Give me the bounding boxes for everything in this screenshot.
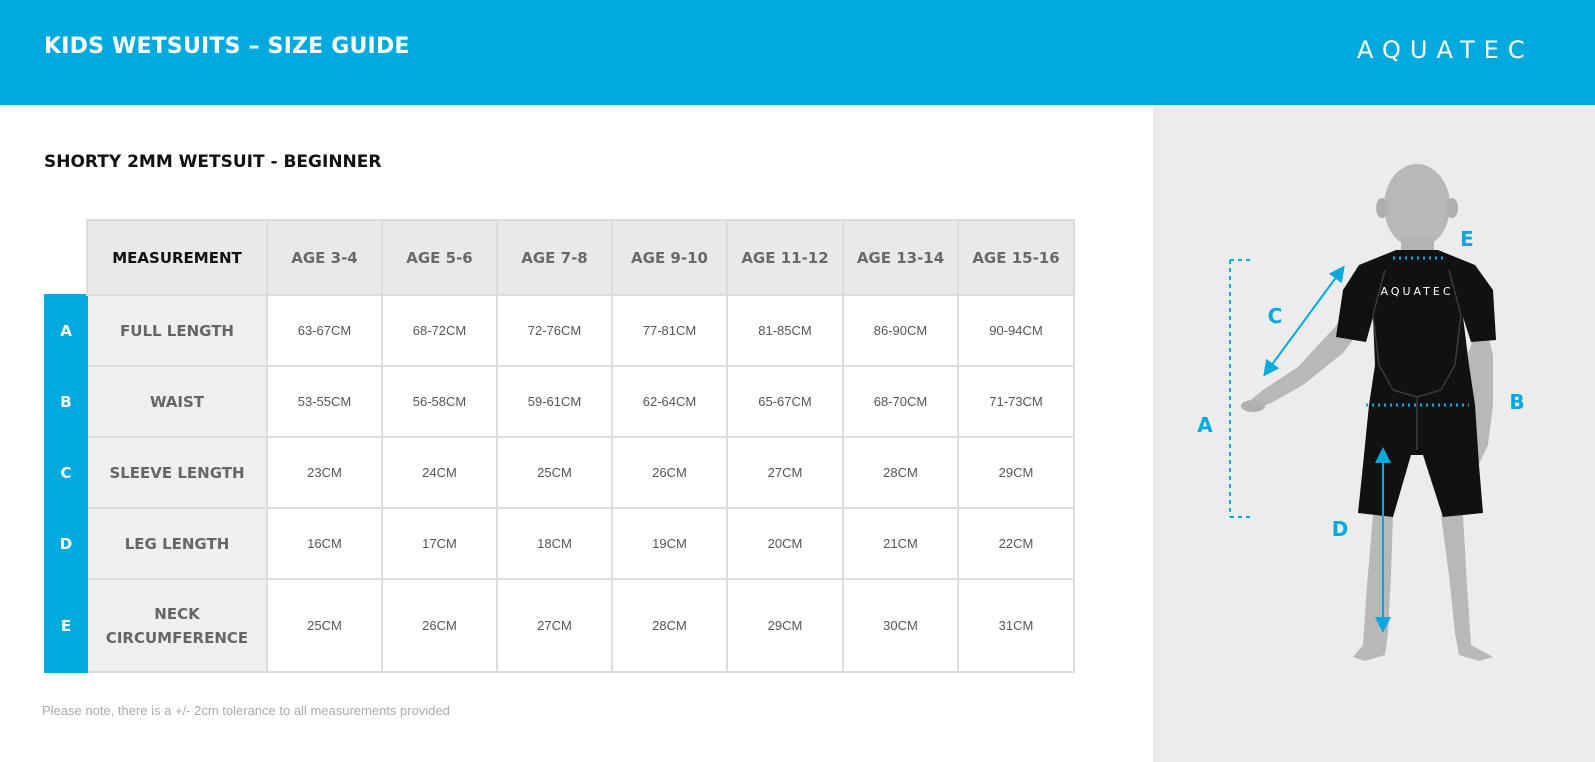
label-a: A xyxy=(1197,413,1213,437)
row-letter: A xyxy=(44,294,88,367)
label-e: E xyxy=(1460,227,1474,251)
column-header: AGE 5-6 xyxy=(381,219,498,296)
table-cell: 28CM xyxy=(842,436,959,509)
left-hand-shape xyxy=(1241,400,1265,412)
row-letter: D xyxy=(44,507,88,580)
table-cell: 25CM xyxy=(496,436,613,509)
table-row: E NECK CIRCUMFERENCE 25CM 26CM 27CM 28CM… xyxy=(44,578,1075,673)
label-c: C xyxy=(1268,304,1283,328)
row-label: LEG LENGTH xyxy=(86,507,268,580)
label-b: B xyxy=(1509,390,1524,414)
row-label-line: NECK xyxy=(154,604,200,623)
table-cell: 20CM xyxy=(726,507,844,580)
table-cell: 63-67CM xyxy=(266,294,383,367)
table-cell: 86-90CM xyxy=(842,294,959,367)
table-cell: 29CM xyxy=(957,436,1075,509)
table-cell: 27CM xyxy=(496,578,613,673)
row-label: NECK CIRCUMFERENCE xyxy=(86,578,268,673)
table-cell: 26CM xyxy=(381,578,498,673)
table-cell: 65-67CM xyxy=(726,365,844,438)
table-cell: 17CM xyxy=(381,507,498,580)
table-cell: 16CM xyxy=(266,507,383,580)
table-cell: 18CM xyxy=(496,507,613,580)
measurement-header: MEASUREMENT xyxy=(86,219,268,296)
table-cell: 30CM xyxy=(842,578,959,673)
row-letter: B xyxy=(44,365,88,438)
table-cell: 19CM xyxy=(611,507,728,580)
child-figure: AQUATEC xyxy=(1241,164,1496,661)
table-corner xyxy=(45,220,87,295)
table-cell: 27CM xyxy=(726,436,844,509)
page-title: KIDS WETSUITS – SIZE GUIDE xyxy=(44,34,410,59)
column-header: AGE 7-8 xyxy=(496,219,613,296)
table-cell: 28CM xyxy=(611,578,728,673)
column-header: AGE 15-16 xyxy=(957,219,1075,296)
table-cell: 81-85CM xyxy=(726,294,844,367)
label-d: D xyxy=(1332,517,1349,541)
row-letter: E xyxy=(44,578,88,673)
table-cell: 29CM xyxy=(726,578,844,673)
table-cell: 25CM xyxy=(266,578,383,673)
table-cell: 72-76CM xyxy=(496,294,613,367)
table-cell: 59-61CM xyxy=(496,365,613,438)
row-label: SLEEVE LENGTH xyxy=(86,436,268,509)
right-leg-shape xyxy=(1441,515,1493,661)
suit-logo: AQUATEC xyxy=(1380,285,1453,298)
body-diagram: AQUATEC A B C D E xyxy=(1197,164,1525,661)
table-cell: 23CM xyxy=(266,436,383,509)
row-label-line: CIRCUMFERENCE xyxy=(105,628,249,647)
table-cell: 71-73CM xyxy=(957,365,1075,438)
table-cell: 90-94CM xyxy=(957,294,1075,367)
table-cell: 22CM xyxy=(957,507,1075,580)
table-cell: 68-72CM xyxy=(381,294,498,367)
table-header-row: MEASUREMENT AGE 3-4 AGE 5-6 AGE 7-8 AGE … xyxy=(45,219,1075,296)
head-shape xyxy=(1384,164,1450,248)
left-leg-shape xyxy=(1353,515,1393,661)
table-cell: 68-70CM xyxy=(842,365,959,438)
table-cell: 77-81CM xyxy=(611,294,728,367)
table-cell: 26CM xyxy=(611,436,728,509)
table-cell: 53-55CM xyxy=(266,365,383,438)
row-label: FULL LENGTH xyxy=(86,294,268,367)
table-cell: 31CM xyxy=(957,578,1075,673)
column-header: AGE 9-10 xyxy=(611,219,728,296)
table-row: C SLEEVE LENGTH 23CM 24CM 25CM 26CM 27CM… xyxy=(44,436,1075,509)
column-header: AGE 13-14 xyxy=(842,219,959,296)
table-row: D LEG LENGTH 16CM 17CM 18CM 19CM 20CM 21… xyxy=(44,507,1075,580)
table-row: B WAIST 53-55CM 56-58CM 59-61CM 62-64CM … xyxy=(44,365,1075,438)
table-row: A FULL LENGTH 63-67CM 68-72CM 72-76CM 77… xyxy=(44,294,1075,367)
column-header: AGE 3-4 xyxy=(266,219,383,296)
table-cell: 56-58CM xyxy=(381,365,498,438)
table-cell: 21CM xyxy=(842,507,959,580)
header-bar: KIDS WETSUITS – SIZE GUIDE AQUATEC xyxy=(0,0,1595,105)
size-table: MEASUREMENT AGE 3-4 AGE 5-6 AGE 7-8 AGE … xyxy=(44,219,1075,673)
row-letter: C xyxy=(44,436,88,509)
brand-logo: AQUATEC xyxy=(1357,36,1534,64)
table-cell: 62-64CM xyxy=(611,365,728,438)
ear-shape xyxy=(1446,198,1458,218)
tolerance-note: Please note, there is a +/- 2cm toleranc… xyxy=(42,703,450,718)
ear-shape xyxy=(1376,198,1388,218)
section-title: SHORTY 2MM WETSUIT - BEGINNER xyxy=(44,152,382,172)
column-header: AGE 11-12 xyxy=(726,219,844,296)
table-cell: 24CM xyxy=(381,436,498,509)
row-label: WAIST xyxy=(86,365,268,438)
